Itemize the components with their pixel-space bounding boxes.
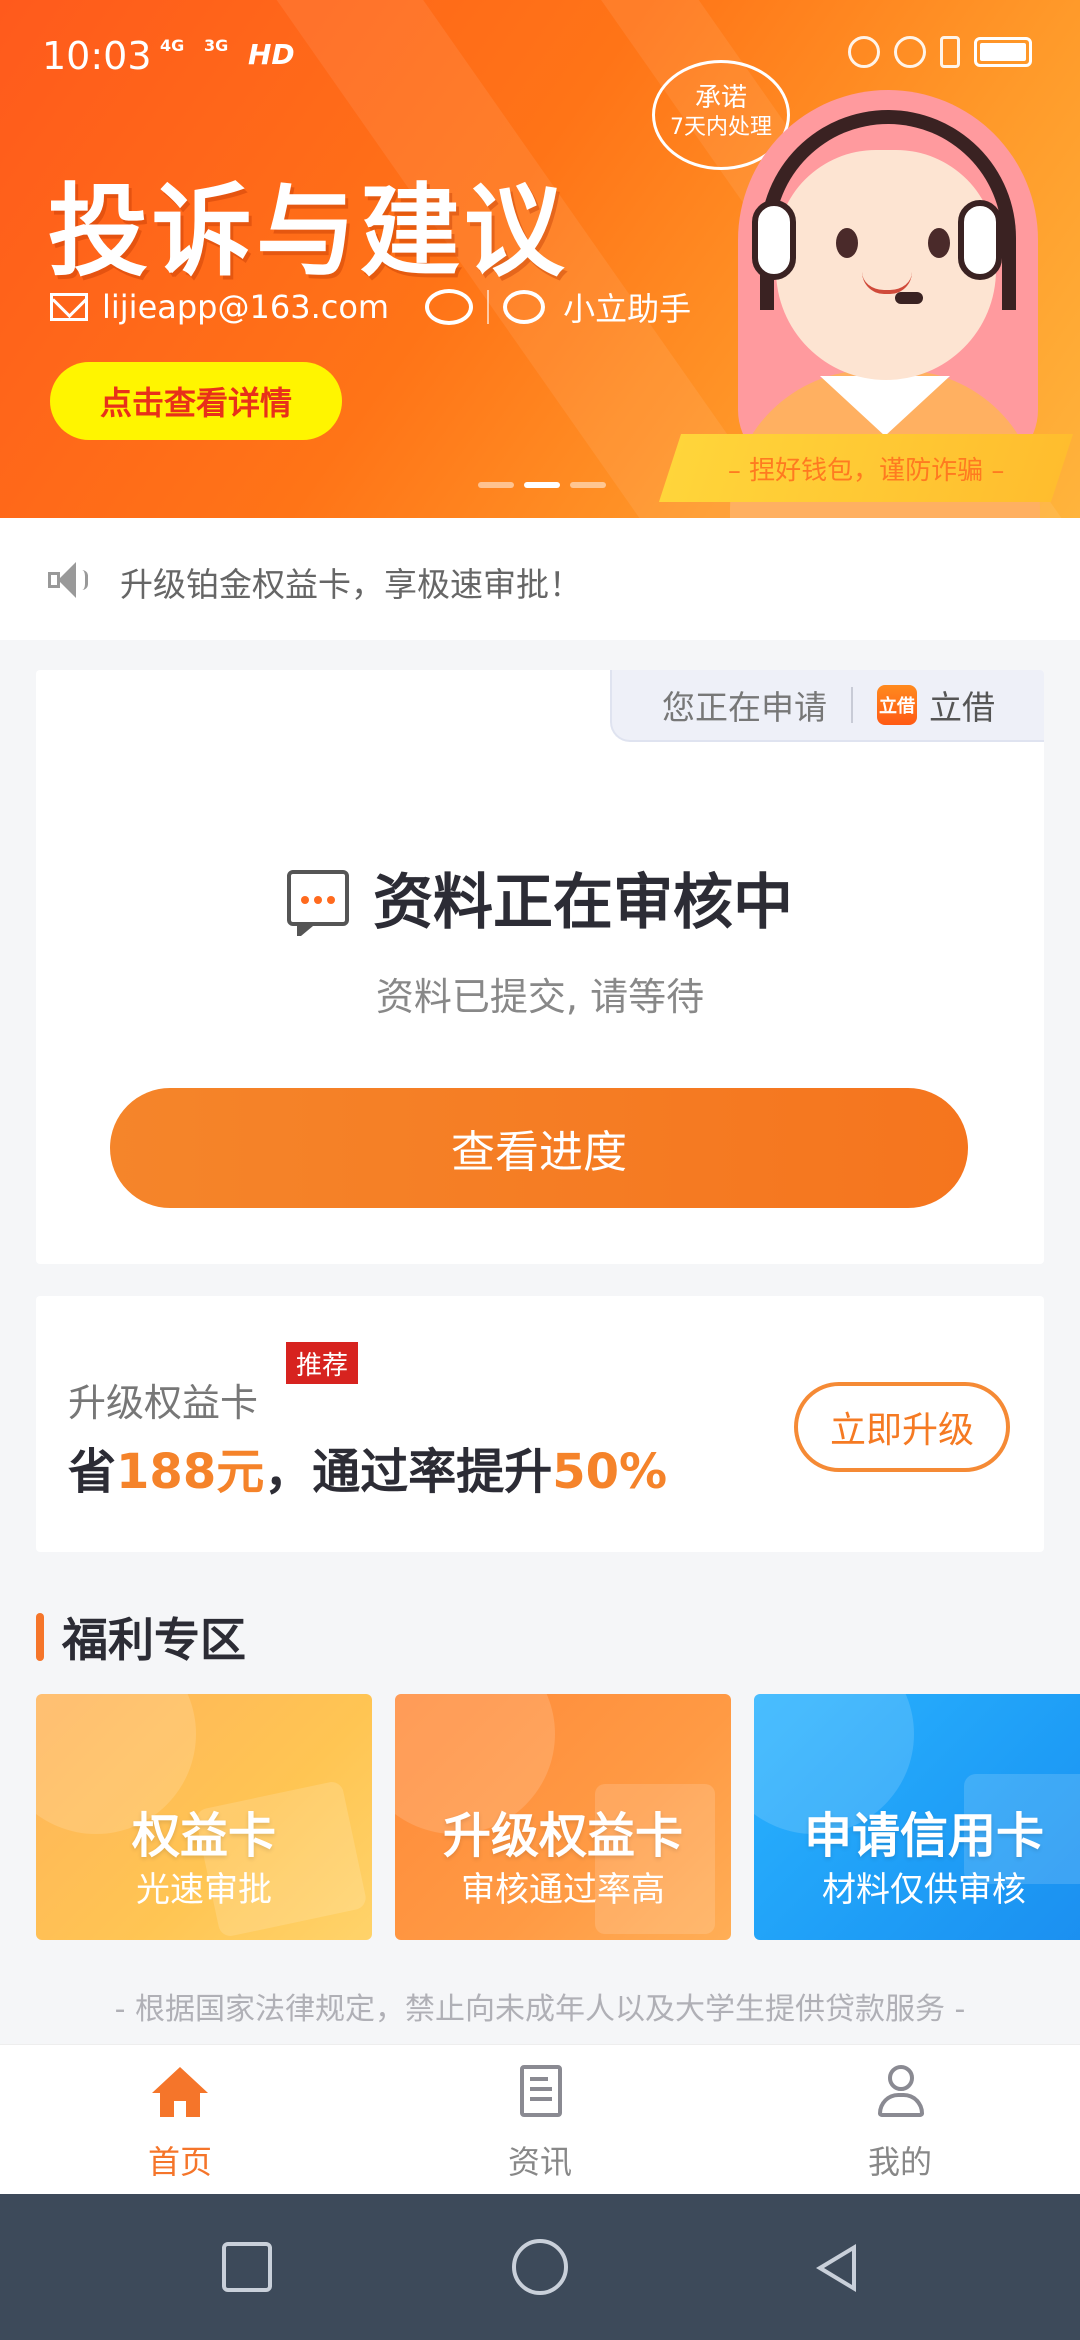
tab-label: 资讯 bbox=[507, 2143, 572, 2181]
mail-icon bbox=[50, 293, 88, 321]
tile-subtitle: 光速审批 bbox=[136, 1870, 272, 1910]
upgrade-rate: 50% bbox=[552, 1444, 668, 1500]
carousel-dot[interactable] bbox=[478, 482, 514, 488]
welfare-tile-benefit-card[interactable]: 权益卡 光速审批 bbox=[36, 1694, 372, 1940]
tab-label: 我的 bbox=[867, 2143, 932, 2181]
carousel-indicator[interactable] bbox=[478, 482, 606, 488]
system-navigation-bar bbox=[0, 2194, 1080, 2340]
tab-home[interactable]: 首页 bbox=[80, 2045, 280, 2195]
application-status-card: 您正在申请 立借 立借 资料正在审核中 资料已提交, 请等待 查看进度 bbox=[36, 670, 1044, 1264]
bubble-line-1: 承诺 bbox=[694, 83, 747, 113]
applying-app-badge: 您正在申请 立借 立借 bbox=[610, 670, 1044, 742]
review-status-heading: 资料正在审核中 bbox=[36, 854, 1044, 941]
banner-slogan-text: – 捏好钱包，谨防诈骗 – bbox=[727, 455, 1005, 486]
back-icon[interactable] bbox=[810, 2242, 860, 2292]
bluetooth-icon bbox=[940, 36, 960, 68]
alarm-icon bbox=[894, 36, 926, 68]
welfare-title: 福利专区 bbox=[62, 1613, 246, 1667]
headset-ear-left bbox=[752, 200, 796, 280]
upgrade-benefit-line: 省188元，通过率提升50% bbox=[68, 1432, 667, 1502]
welfare-tile-upgrade-card[interactable]: 升级权益卡 审核通过率高 bbox=[395, 1694, 731, 1940]
promo-banner[interactable]: 10:03 4G 3G HD 投诉与建议 lijieapp@163.com 小立… bbox=[0, 0, 1080, 518]
status-time: 10:03 bbox=[42, 34, 152, 78]
bubble-line-2: 7天内处理 bbox=[670, 115, 772, 140]
upgrade-now-button[interactable]: 立即升级 bbox=[794, 1382, 1010, 1472]
weibo-icon bbox=[425, 289, 474, 325]
tile-subtitle: 审核通过率高 bbox=[461, 1870, 665, 1910]
battery-icon bbox=[974, 37, 1032, 67]
speaker-icon bbox=[48, 562, 88, 598]
signal-3g-icon: 3G bbox=[204, 36, 229, 55]
message-icon bbox=[287, 869, 349, 936]
signal-4g-icon: 4G bbox=[160, 36, 185, 55]
banner-wechat-name: 小立助手 bbox=[563, 290, 692, 328]
banner-email: lijieapp@163.com bbox=[102, 288, 390, 326]
section-accent-bar bbox=[36, 1613, 44, 1661]
notice-bar[interactable]: 升级铂金权益卡，享极速审批！ bbox=[0, 518, 1080, 640]
upgrade-prefix: 省 bbox=[68, 1444, 117, 1500]
banner-detail-button[interactable]: 点击查看详情 bbox=[50, 362, 342, 440]
upgrade-middle: ，通过率提升 bbox=[264, 1444, 553, 1500]
tile-title: 权益卡 bbox=[131, 1808, 276, 1864]
tile-subtitle: 材料仅供审核 bbox=[822, 1870, 1026, 1910]
upgrade-card[interactable]: 升级权益卡 推荐 省188元，通过率提升50% 立即升级 bbox=[36, 1296, 1044, 1552]
welfare-section-title: 福利专区 bbox=[36, 1604, 246, 1670]
divider bbox=[487, 290, 490, 324]
view-progress-button[interactable]: 查看进度 bbox=[110, 1088, 968, 1208]
home-button-icon[interactable] bbox=[512, 2239, 568, 2295]
tab-profile[interactable]: 我的 bbox=[800, 2045, 1000, 2195]
banner-contacts: lijieapp@163.com 小立助手 bbox=[50, 284, 691, 330]
upgrade-amount: 188元 bbox=[116, 1444, 265, 1500]
welfare-tile-credit-card[interactable]: 申请信用卡 材料仅供审核 bbox=[754, 1694, 1080, 1940]
applying-app-name: 立借 bbox=[929, 688, 995, 727]
divider bbox=[851, 687, 853, 723]
review-status-title: 资料正在审核中 bbox=[373, 868, 793, 938]
status-icons bbox=[848, 36, 1032, 68]
wechat-icon bbox=[503, 290, 546, 324]
tab-news[interactable]: 资讯 bbox=[440, 2045, 640, 2195]
headset-mic bbox=[895, 292, 923, 304]
applying-label: 您正在申请 bbox=[662, 688, 827, 727]
lock-rotation-icon bbox=[848, 36, 880, 68]
hd-icon: HD bbox=[248, 38, 295, 71]
tab-label: 首页 bbox=[147, 2143, 212, 2181]
recent-apps-icon[interactable] bbox=[222, 2242, 272, 2292]
review-status-subtitle: 资料已提交, 请等待 bbox=[375, 975, 705, 1019]
headset-ear-right bbox=[958, 200, 1002, 280]
banner-slogan: – 捏好钱包，谨防诈骗 – bbox=[658, 434, 1074, 502]
banner-title: 投诉与建议 bbox=[48, 173, 568, 290]
legal-disclaimer: - 根据国家法律规定，禁止向未成年人以及大学生提供贷款服务 - bbox=[114, 1992, 966, 2027]
bottom-tab-bar: 首页 资讯 我的 bbox=[0, 2044, 1080, 2194]
tile-title: 申请信用卡 bbox=[803, 1808, 1044, 1864]
app-logo-icon: 立借 bbox=[877, 685, 917, 725]
profile-icon bbox=[878, 2065, 924, 2117]
recommend-badge: 推荐 bbox=[286, 1342, 358, 1384]
tile-title: 升级权益卡 bbox=[442, 1808, 683, 1864]
carousel-dot-active[interactable] bbox=[524, 482, 560, 488]
home-icon bbox=[152, 2067, 208, 2119]
news-icon bbox=[520, 2065, 562, 2117]
notice-text: 升级铂金权益卡，享极速审批！ bbox=[120, 565, 582, 604]
upgrade-label: 升级权益卡 bbox=[68, 1381, 259, 1425]
carousel-dot[interactable] bbox=[570, 482, 606, 488]
